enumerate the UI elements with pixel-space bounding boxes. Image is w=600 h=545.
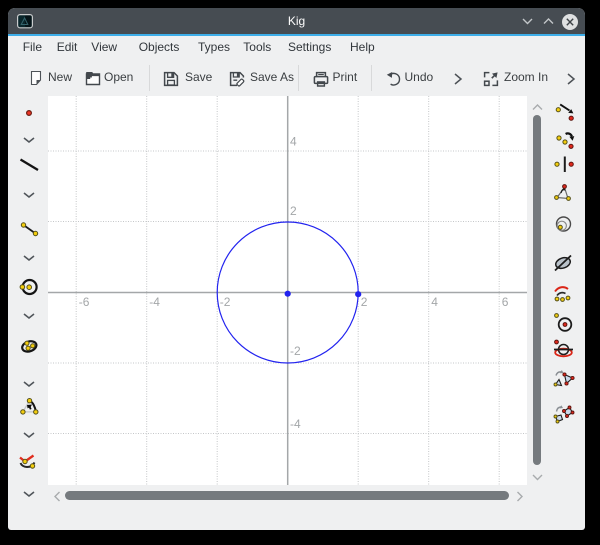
svg-text:4: 4 [431,295,438,309]
svg-text:2: 2 [290,204,297,218]
svg-text:-4: -4 [290,417,301,431]
svg-text:-4: -4 [149,295,160,309]
svg-text:-2: -2 [290,344,301,358]
svg-text:6: 6 [502,295,509,309]
svg-text:2: 2 [361,295,368,309]
svg-text:4: 4 [290,135,297,149]
svg-text:-6: -6 [79,295,90,309]
svg-text:-2: -2 [220,295,231,309]
